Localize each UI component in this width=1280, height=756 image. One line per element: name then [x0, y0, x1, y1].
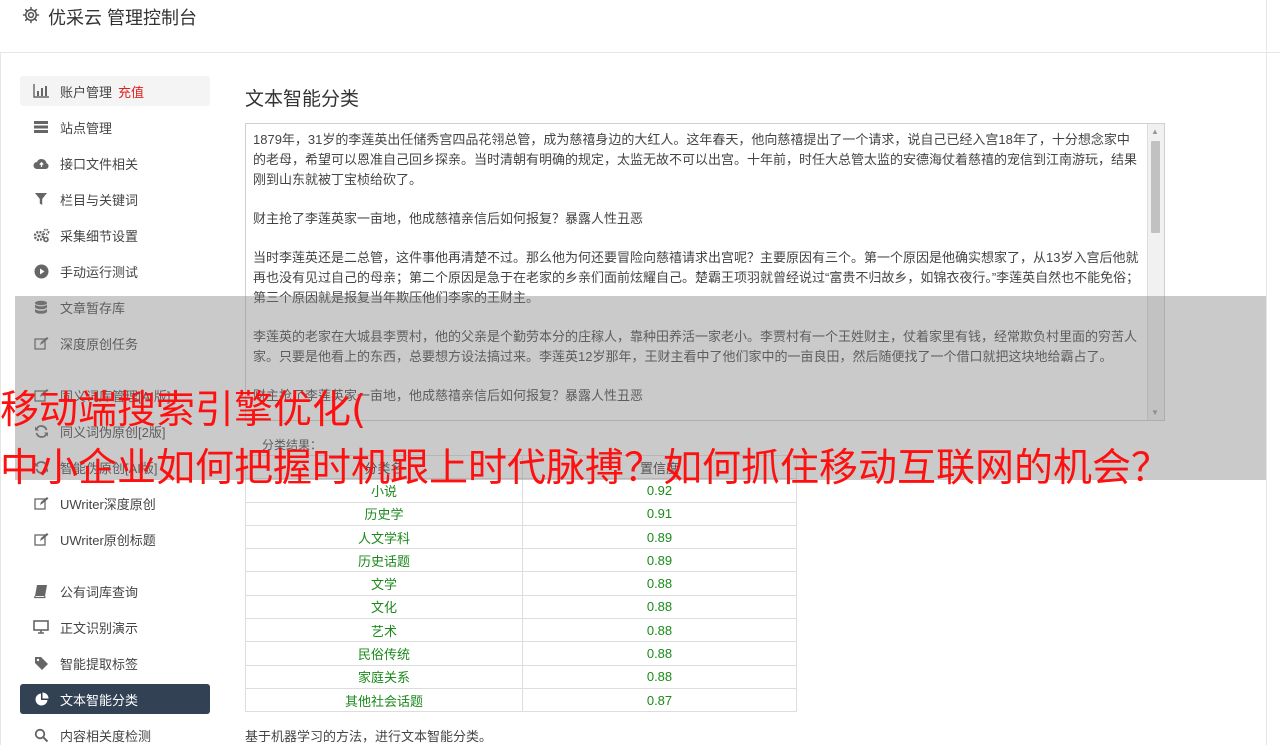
sidebar-item-collect-settings[interactable]: 采集细节设置: [20, 220, 210, 250]
category-cell: 人文学科: [245, 524, 523, 550]
search-icon: [32, 726, 50, 744]
sidebar-item-label: 手动运行测试: [60, 264, 139, 280]
table-row: 文化 0.88: [245, 594, 797, 620]
right-border: [1266, 0, 1267, 745]
table-row: 家庭关系 0.88: [245, 664, 797, 689]
category-cell: 文化: [245, 594, 523, 620]
category-cell: 家庭关系: [245, 664, 523, 689]
text-paragraph: 财主抢了李莲英家一亩地，他成慈禧亲信后如何报复？暴露人性丑恶: [253, 211, 644, 226]
bar-chart-icon: [32, 82, 50, 100]
sidebar-item-label: UWriter原创标题: [60, 532, 156, 548]
category-cell: 历史话题: [245, 548, 523, 573]
sidebar-item-body-detection-demo[interactable]: 正文识别演示: [20, 612, 210, 642]
sidebar-item-interface-files[interactable]: 接口文件相关: [20, 148, 210, 178]
sidebar-item-label: 智能提取标签: [60, 656, 139, 672]
table-row: 人文学科 0.89: [245, 524, 797, 550]
category-cell: 艺术: [245, 618, 523, 643]
book-icon: [32, 582, 50, 600]
edit-icon: [32, 530, 50, 548]
overlay-headline-1: 移动端搜索引擎优化(: [0, 388, 367, 433]
tag-icon: [32, 654, 50, 672]
sidebar-item-label: 站点管理: [60, 120, 113, 136]
scrollbar-thumb[interactable]: [1151, 141, 1160, 233]
filter-icon: [32, 190, 50, 208]
score-cell: 0.87: [522, 687, 797, 713]
category-cell: 其他社会话题: [245, 687, 523, 713]
table-row: 文学 0.88: [245, 571, 797, 596]
sidebar-item-label: 内容相关度检测: [60, 728, 152, 744]
sidebar-item-smart-tags[interactable]: 智能提取标签: [20, 648, 210, 678]
sidebar-item-label: 采集细节设置: [60, 228, 139, 244]
recharge-link[interactable]: 充值: [118, 82, 144, 101]
sidebar-item-account[interactable]: 账户管理 充值: [20, 76, 210, 106]
table-row: 民俗传统 0.88: [245, 641, 797, 666]
server-icon: [32, 118, 50, 136]
overlay-headline-2: 中小企业如何把握时机跟上时代脉搏？如何抓住移动互联网的机会？: [0, 446, 1171, 491]
category-cell: 文学: [245, 571, 523, 596]
category-cell: 历史学: [245, 501, 523, 526]
table-row: 历史话题 0.89: [245, 548, 797, 573]
table-row: 其他社会话题 0.87: [245, 687, 797, 713]
table-row: 艺术 0.88: [245, 618, 797, 643]
sidebar-item-columns-keywords[interactable]: 栏目与关键词: [20, 184, 210, 214]
cogs-icon: [32, 226, 50, 244]
page-title: 文本智能分类: [245, 89, 360, 110]
cloud-upload-icon: [32, 154, 50, 172]
top-bar: 优采云 管理控制台: [0, 0, 1280, 53]
sidebar-item-sites[interactable]: 站点管理: [20, 112, 210, 142]
gear-icon[interactable]: [22, 6, 40, 29]
text-paragraph: 1879年，31岁的李莲英出任储秀宫四品花翎总管，成为慈禧身边的大红人。这年春天…: [253, 132, 1138, 187]
sidebar-item-uwriter-title[interactable]: UWriter原创标题: [20, 524, 210, 554]
sidebar-item-public-lexicon[interactable]: 公有词库查询: [20, 576, 210, 606]
score-cell: 0.88: [522, 664, 797, 689]
sidebar-item-label: 账户管理: [60, 84, 113, 100]
score-cell: 0.88: [522, 618, 797, 643]
category-cell: 民俗传统: [245, 641, 523, 666]
sidebar-item-label: UWriter深度原创: [60, 496, 156, 512]
score-cell: 0.91: [522, 501, 797, 526]
brand: 优采云 管理控制台: [22, 4, 197, 30]
footer-note: 基于机器学习的方法，进行文本智能分类。: [245, 729, 493, 744]
play-circle-icon: [32, 262, 50, 280]
page-header-title: 优采云 管理控制台: [48, 8, 198, 28]
score-cell: 0.89: [522, 524, 797, 550]
monitor-icon: [32, 618, 50, 636]
table-row: 历史学 0.91: [245, 501, 797, 526]
classification-table: 分类名 置信度 小说 0.92 历史学 0.91 人文学科 0.89 历史话题 0.89…: [245, 454, 797, 713]
sidebar-item-manual-test[interactable]: 手动运行测试: [20, 256, 210, 286]
sidebar-item-text-classification[interactable]: 文本智能分类: [20, 684, 210, 714]
sidebar-item-relevance-check[interactable]: 内容相关度检测: [20, 720, 210, 750]
sidebar-item-label: 栏目与关键词: [60, 192, 139, 208]
edit-icon: [32, 494, 50, 512]
score-cell: 0.89: [522, 548, 797, 573]
score-cell: 0.88: [522, 594, 797, 620]
pie-chart-icon: [32, 690, 50, 708]
scroll-up-arrow-icon[interactable]: ▲: [1151, 127, 1159, 136]
score-cell: 0.88: [522, 641, 797, 666]
sidebar-item-label: 公有词库查询: [60, 584, 139, 600]
score-cell: 0.88: [522, 571, 797, 596]
sidebar-item-label: 文本智能分类: [60, 692, 139, 708]
sidebar-item-label: 正文识别演示: [60, 620, 139, 636]
sidebar-item-label: 接口文件相关: [60, 156, 139, 172]
